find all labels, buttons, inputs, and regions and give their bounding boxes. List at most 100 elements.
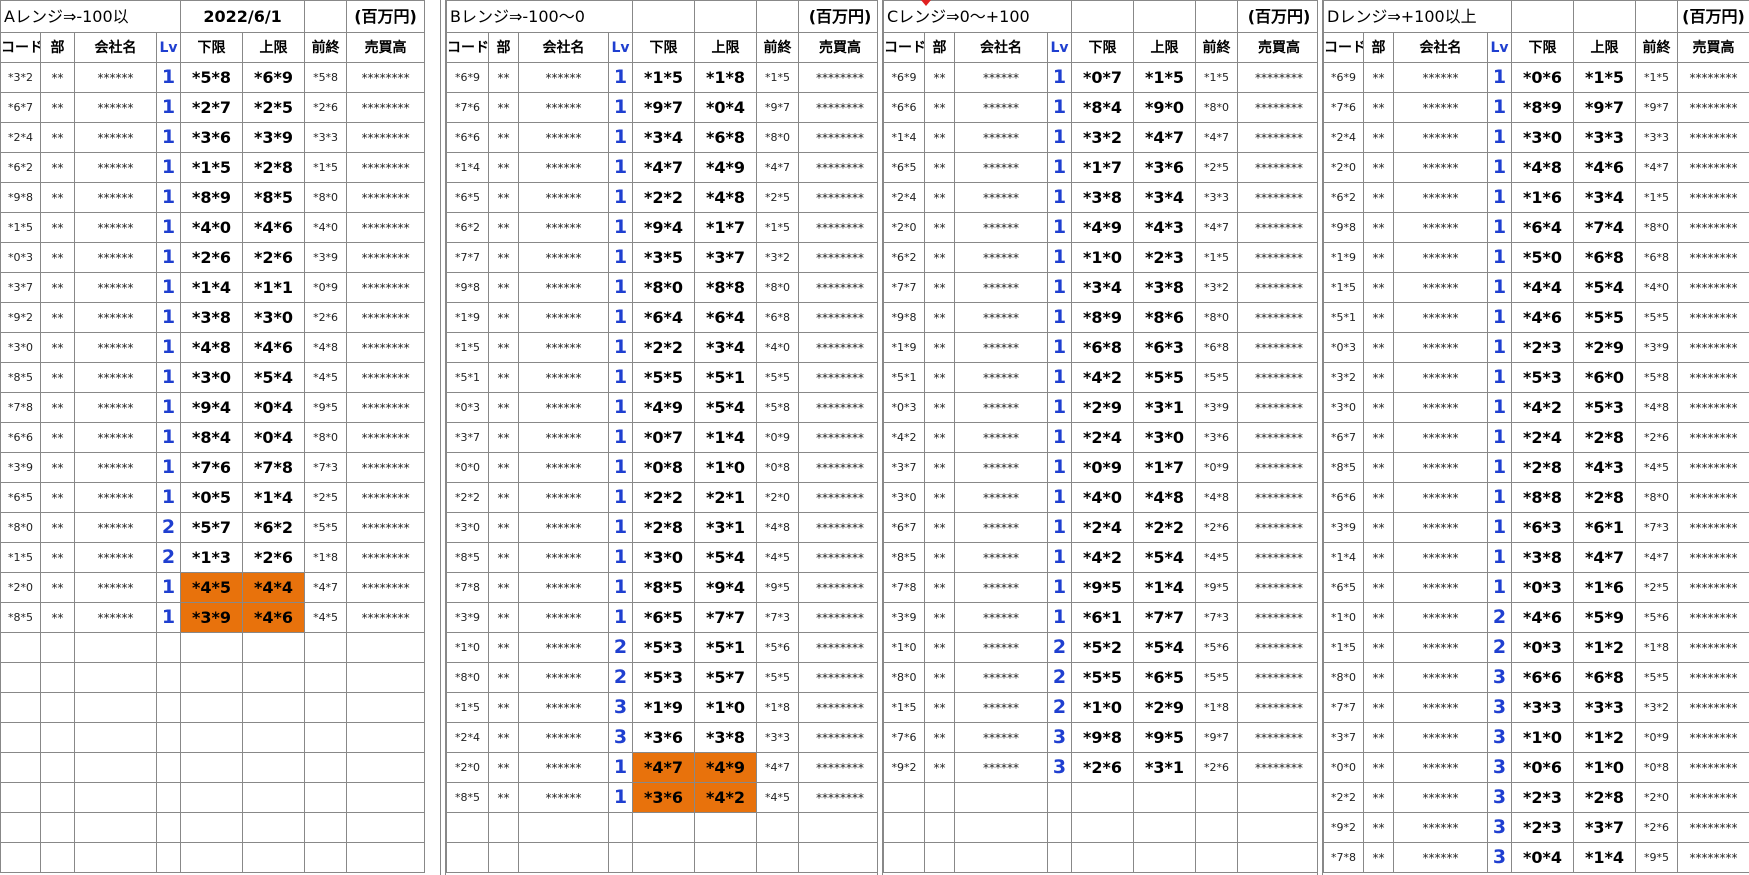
cell-code[interactable]: *2*0 bbox=[446, 752, 489, 783]
cell-prev[interactable]: *3*6 bbox=[1195, 422, 1239, 453]
cell-lower[interactable]: *0*7 bbox=[1071, 62, 1135, 93]
cell-lower[interactable]: *2*7 bbox=[180, 92, 244, 123]
cell-prev[interactable]: *5*8 bbox=[304, 62, 348, 93]
cell-code[interactable]: *0*3 bbox=[1323, 332, 1364, 363]
cell-upper[interactable]: *3*7 bbox=[694, 242, 758, 273]
cell-sales[interactable]: ******** bbox=[346, 482, 426, 513]
cell-bu[interactable]: ** bbox=[488, 122, 519, 153]
cell-upper[interactable]: *0*4 bbox=[694, 92, 758, 123]
empty-cell[interactable] bbox=[346, 662, 426, 693]
cell-lower[interactable]: *1*0 bbox=[1071, 242, 1135, 273]
cell-prev[interactable]: *9*5 bbox=[756, 572, 800, 603]
cell-company[interactable]: ****** bbox=[518, 152, 609, 183]
cell-company[interactable]: ****** bbox=[954, 302, 1048, 333]
cell-lv[interactable]: 1 bbox=[155, 242, 182, 273]
cell-lower[interactable]: *5*3 bbox=[632, 632, 696, 663]
empty-cell[interactable] bbox=[446, 812, 489, 843]
cell-lower[interactable]: *4*2 bbox=[1071, 362, 1135, 393]
empty-cell[interactable] bbox=[180, 632, 244, 663]
cell-prev[interactable]: *4*7 bbox=[1635, 542, 1678, 573]
cell-bu[interactable]: ** bbox=[488, 662, 519, 693]
cell-prev[interactable]: *2*5 bbox=[304, 482, 348, 513]
cell-company[interactable]: ****** bbox=[74, 242, 157, 273]
cell-company[interactable]: ****** bbox=[1393, 572, 1488, 603]
cell-prev[interactable]: *0*9 bbox=[756, 422, 800, 453]
cell-lv[interactable]: 1 bbox=[607, 242, 634, 273]
empty-cell[interactable] bbox=[1133, 782, 1197, 813]
cell-lv[interactable]: 2 bbox=[607, 662, 634, 693]
cell-upper[interactable]: *4*9 bbox=[694, 752, 758, 783]
cell-sales[interactable]: ******** bbox=[1677, 842, 1749, 873]
cell-sales[interactable]: ******** bbox=[1677, 542, 1749, 573]
cell-sales[interactable]: ******** bbox=[1237, 662, 1322, 693]
empty-cell[interactable] bbox=[180, 722, 244, 753]
cell-company[interactable]: ****** bbox=[518, 692, 609, 723]
cell-code[interactable]: *8*0 bbox=[1323, 662, 1364, 693]
cell-upper[interactable]: *4*8 bbox=[1133, 482, 1197, 513]
empty-cell[interactable] bbox=[74, 842, 157, 873]
cell-sales[interactable]: ******** bbox=[1677, 662, 1749, 693]
cell-sales[interactable]: ******** bbox=[1677, 182, 1749, 213]
cell-bu[interactable]: ** bbox=[1363, 152, 1394, 183]
cell-code[interactable]: *3*9 bbox=[1323, 512, 1364, 543]
cell-code[interactable]: *3*9 bbox=[0, 452, 41, 483]
empty-cell[interactable] bbox=[346, 722, 426, 753]
cell-company[interactable]: ****** bbox=[518, 422, 609, 453]
cell-lv[interactable]: 1 bbox=[155, 182, 182, 213]
cell-lv[interactable]: 3 bbox=[1487, 722, 1512, 753]
cell-code[interactable]: *7*8 bbox=[883, 572, 925, 603]
cell-bu[interactable]: ** bbox=[488, 422, 519, 453]
cell-sales[interactable]: ******** bbox=[798, 482, 883, 513]
cell-sales[interactable]: ******** bbox=[1237, 62, 1322, 93]
cell-prev[interactable]: *4*7 bbox=[1195, 212, 1239, 243]
cell-code[interactable]: *2*4 bbox=[883, 182, 925, 213]
cell-upper[interactable]: *8*8 bbox=[694, 272, 758, 303]
cell-bu[interactable]: ** bbox=[40, 332, 75, 363]
cell-bu[interactable]: ** bbox=[924, 122, 955, 153]
cell-lower[interactable]: *0*8 bbox=[632, 452, 696, 483]
cell-company[interactable]: ****** bbox=[1393, 482, 1488, 513]
cell-bu[interactable]: ** bbox=[1363, 362, 1394, 393]
cell-lv[interactable]: 1 bbox=[607, 602, 634, 633]
empty-cell[interactable] bbox=[694, 842, 758, 873]
cell-upper[interactable]: *4*3 bbox=[1133, 212, 1197, 243]
cell-company[interactable]: ****** bbox=[74, 122, 157, 153]
cell-company[interactable]: ****** bbox=[518, 62, 609, 93]
cell-lv[interactable]: 1 bbox=[1487, 452, 1512, 483]
cell-lower[interactable]: *3*2 bbox=[1071, 122, 1135, 153]
cell-company[interactable]: ****** bbox=[74, 422, 157, 453]
cell-company[interactable]: ****** bbox=[954, 122, 1048, 153]
cell-lv[interactable]: 1 bbox=[1046, 242, 1073, 273]
cell-prev[interactable]: *5*5 bbox=[1195, 662, 1239, 693]
empty-cell[interactable] bbox=[1511, 0, 1574, 33]
cell-prev[interactable]: *4*5 bbox=[1635, 452, 1678, 483]
cell-sales[interactable]: ******** bbox=[1677, 782, 1749, 813]
cell-sales[interactable]: ******** bbox=[1237, 92, 1322, 123]
cell-code[interactable]: *2*4 bbox=[1323, 122, 1364, 153]
empty-cell[interactable] bbox=[242, 842, 306, 873]
cell-lower[interactable]: *3*6 bbox=[632, 722, 696, 753]
cell-lv[interactable]: 1 bbox=[1487, 482, 1512, 513]
cell-code[interactable]: *2*0 bbox=[0, 572, 41, 603]
empty-cell[interactable] bbox=[1195, 0, 1239, 33]
cell-prev[interactable]: *1*8 bbox=[304, 542, 348, 573]
cell-lower[interactable]: *2*6 bbox=[1071, 752, 1135, 783]
cell-lower[interactable]: *1*6 bbox=[1511, 182, 1574, 213]
cell-code[interactable]: *5*1 bbox=[1323, 302, 1364, 333]
cell-company[interactable]: ****** bbox=[954, 542, 1048, 573]
cell-lower[interactable]: *6*1 bbox=[1071, 602, 1135, 633]
empty-cell[interactable] bbox=[74, 752, 157, 783]
cell-upper[interactable]: *4*7 bbox=[1573, 542, 1636, 573]
cell-prev[interactable]: *4*7 bbox=[304, 572, 348, 603]
cell-lower[interactable]: *9*7 bbox=[632, 92, 696, 123]
cell-upper[interactable]: *2*8 bbox=[1573, 422, 1636, 453]
cell-lower[interactable]: *4*0 bbox=[1071, 482, 1135, 513]
cell-upper[interactable]: *1*2 bbox=[1573, 632, 1636, 663]
cell-company[interactable]: ****** bbox=[518, 122, 609, 153]
cell-sales[interactable]: ******** bbox=[1237, 152, 1322, 183]
cell-bu[interactable]: ** bbox=[1363, 92, 1394, 123]
cell-bu[interactable]: ** bbox=[1363, 302, 1394, 333]
cell-code[interactable]: *3*7 bbox=[883, 452, 925, 483]
cell-prev[interactable]: *0*8 bbox=[1635, 752, 1678, 783]
cell-sales[interactable]: ******** bbox=[346, 452, 426, 483]
